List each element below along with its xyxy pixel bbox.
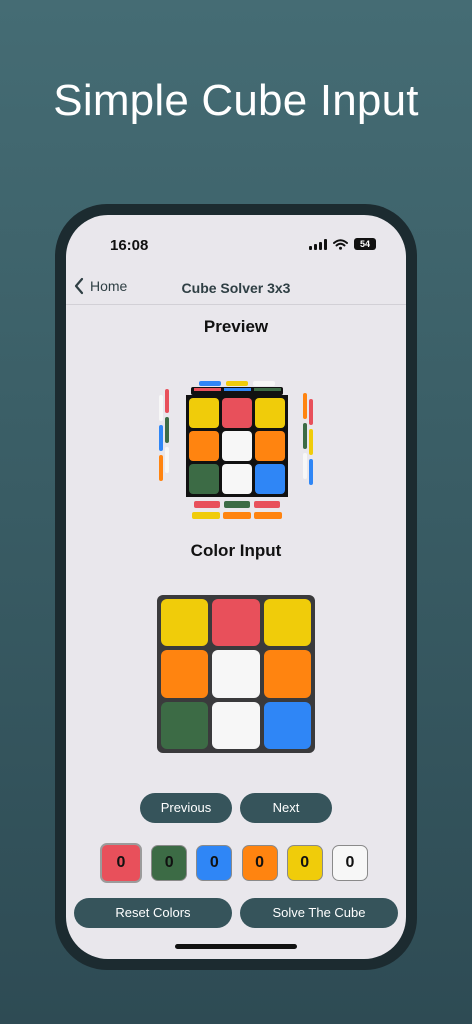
preview-front-sticker: [255, 431, 285, 461]
grid-cell-orange[interactable]: [263, 650, 311, 698]
solve-cube-button[interactable]: Solve The Cube: [240, 898, 398, 928]
grid-cell-yellow[interactable]: [161, 599, 209, 647]
previous-button[interactable]: Previous: [140, 793, 232, 823]
preview-right-sticker: [303, 453, 307, 479]
preview-top-sticker: [254, 388, 281, 391]
swatch-count: 0: [116, 854, 126, 871]
preview-right-sticker: [309, 429, 313, 455]
preview-top-sticker: [226, 381, 248, 386]
swatch-count: 0: [164, 854, 174, 871]
swatch-count: 0: [255, 854, 265, 871]
preview-front-sticker: [222, 398, 252, 428]
preview-bottom-sticker: [254, 512, 282, 519]
preview-bottom-sticker: [223, 512, 251, 519]
preview-left-sticker: [159, 455, 163, 481]
preview-front-sticker: [222, 464, 252, 494]
grid-cell-orange[interactable]: [161, 650, 209, 698]
status-icons: 54: [309, 238, 376, 250]
color-palette: 0 0 0 0 0 0: [100, 843, 368, 883]
swatch-count: 0: [209, 854, 219, 871]
swatch-orange[interactable]: 0: [241, 845, 278, 881]
signal-icon: [309, 238, 327, 250]
grid-cell-red[interactable]: [212, 599, 260, 647]
color-input-grid: [157, 595, 315, 753]
preview-bottom-face: [192, 501, 282, 519]
preview-front-sticker: [255, 398, 285, 428]
preview-top-sticker: [224, 388, 251, 391]
preview-bottom-sticker: [224, 501, 250, 508]
preview-bottom-sticker: [192, 512, 220, 519]
preview-left-sticker: [165, 389, 169, 413]
app-screen: 16:08 54 Home Cube Solver 3x3 Preview Co…: [66, 215, 406, 959]
color-input-title: Color Input: [190, 541, 282, 560]
preview-front-sticker: [189, 464, 219, 494]
reset-colors-button[interactable]: Reset Colors: [74, 898, 232, 928]
nav-title: Cube Solver 3x3: [181, 280, 291, 296]
preview-right-sticker: [303, 393, 307, 419]
preview-right-sticker: [303, 423, 307, 449]
grid-cell-white[interactable]: [212, 701, 260, 749]
status-time: 16:08: [110, 237, 149, 254]
preview-front-sticker: [255, 464, 285, 494]
preview-top-sticker: [199, 381, 221, 386]
headline: Simple Cube Input: [53, 76, 419, 125]
preview-top-sticker: [194, 388, 221, 391]
preview-front-sticker: [189, 431, 219, 461]
preview-title: Preview: [203, 317, 269, 336]
navigation-bar: Home Cube Solver 3x3: [66, 271, 406, 305]
swatch-green[interactable]: 0: [151, 845, 188, 881]
swatch-count: 0: [345, 854, 355, 871]
home-indicator: [175, 944, 297, 949]
preview-bottom-sticker: [194, 501, 220, 508]
grid-cell-white[interactable]: [212, 650, 260, 698]
swatch-blue[interactable]: 0: [196, 845, 233, 881]
preview-right-sticker: [309, 399, 313, 425]
preview-left-face: [159, 389, 169, 481]
swatch-yellow[interactable]: 0: [286, 845, 323, 881]
wifi-icon: [333, 238, 348, 250]
grid-cell-yellow[interactable]: [263, 599, 311, 647]
battery-icon: 54: [354, 238, 376, 250]
swatch-count: 0: [300, 854, 310, 871]
swatch-red[interactable]: 0: [100, 843, 142, 883]
preview-bottom-sticker: [254, 501, 280, 508]
preview-left-sticker: [159, 425, 163, 451]
preview-right-face: [303, 393, 313, 485]
preview-top-sticker: [253, 381, 275, 386]
preview-left-sticker: [159, 395, 163, 421]
preview-front-sticker: [189, 398, 219, 428]
preview-right-sticker: [309, 459, 313, 485]
swatch-white[interactable]: 0: [331, 845, 368, 881]
phone-frame: 16:08 54 Home Cube Solver 3x3 Preview Co…: [55, 204, 417, 970]
preview-front-sticker: [222, 431, 252, 461]
grid-cell-blue[interactable]: [263, 701, 311, 749]
grid-cell-green[interactable]: [161, 701, 209, 749]
cube-preview: [159, 381, 313, 519]
next-button[interactable]: Next: [240, 793, 332, 823]
preview-left-sticker: [165, 447, 169, 473]
preview-left-sticker: [165, 417, 169, 443]
